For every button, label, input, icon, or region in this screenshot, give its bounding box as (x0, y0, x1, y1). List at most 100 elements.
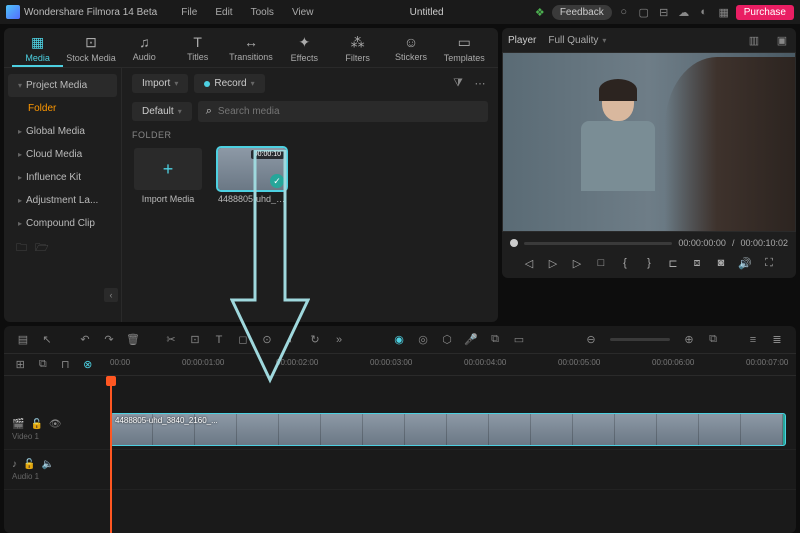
mark-out-icon[interactable]: } (640, 254, 658, 272)
redo-icon[interactable]: ↷ (100, 331, 118, 349)
media-clip[interactable]: 00:00:10 ✓ 4488805-uhd_38... (216, 148, 288, 204)
search-input[interactable] (218, 106, 480, 117)
filter-icon[interactable]: ⧩ (450, 76, 466, 92)
scissors-icon[interactable]: ✂ (162, 331, 180, 349)
tab-templates[interactable]: ▭Templates (439, 32, 490, 67)
circle-icon[interactable]: ○ (616, 4, 632, 20)
screen-icon[interactable]: ▭ (510, 331, 528, 349)
sort-dropdown[interactable]: Default▾ (132, 102, 192, 121)
tab-stock-media[interactable]: ⊡Stock Media (65, 32, 116, 67)
purchase-button[interactable]: Purchase (736, 5, 794, 20)
stop-icon[interactable]: □ (592, 254, 610, 272)
fullscreen-icon[interactable]: ⛶ (760, 254, 778, 272)
prev-frame-icon[interactable]: ◁ (520, 254, 538, 272)
sidebar-item-folder[interactable]: Folder (8, 97, 117, 120)
sidebar-item-adjustment-layer[interactable]: ▸Adjustment La... (8, 189, 117, 212)
track-opt-2-icon[interactable]: ⧉ (35, 356, 52, 374)
mic-icon[interactable]: 🎤 (462, 331, 480, 349)
menu-tools[interactable]: Tools (243, 5, 282, 20)
mask-icon[interactable]: ◻ (234, 331, 252, 349)
refresh-icon[interactable]: ↻ (306, 331, 324, 349)
video-track-icon[interactable]: 🎬 (12, 419, 24, 430)
save-icon[interactable]: ▢ (636, 4, 652, 20)
player-tab[interactable]: Player (508, 35, 536, 46)
grid-icon[interactable]: ▦ (716, 4, 732, 20)
record-button[interactable]: Record▾ (194, 74, 264, 93)
settings-tl-icon[interactable]: ≣ (768, 331, 786, 349)
volume-icon[interactable]: 🔊 (736, 254, 754, 272)
render-icon[interactable]: ◎ (414, 331, 432, 349)
link-icon[interactable]: ⊗ (80, 356, 97, 374)
sidebar-item-cloud-media[interactable]: ▸Cloud Media (8, 143, 117, 166)
mixer-icon[interactable]: ⧉ (486, 331, 504, 349)
menu-file[interactable]: File (173, 5, 205, 20)
playhead[interactable] (110, 376, 112, 533)
track-opt-1-icon[interactable]: ⊞ (12, 356, 29, 374)
tab-media[interactable]: ▦Media (12, 32, 63, 67)
feedback-button[interactable]: Feedback (552, 5, 612, 20)
new-folder-icon[interactable]: 🗀 (16, 239, 27, 258)
scrub-bar[interactable] (524, 242, 672, 245)
color-icon[interactable]: ◐ (282, 331, 300, 349)
menu-edit[interactable]: Edit (207, 5, 240, 20)
scrub-handle[interactable] (510, 239, 518, 247)
tab-transitions[interactable]: ↔Transitions (225, 32, 276, 67)
main-menu: File Edit Tools View (173, 5, 321, 20)
compare-icon[interactable]: ▥ (746, 32, 762, 48)
list-icon[interactable]: ≡ (744, 331, 762, 349)
import-media-tile[interactable]: + Import Media (132, 148, 204, 204)
grid-toggle-icon[interactable]: ▤ (14, 331, 32, 349)
text-icon[interactable]: T (210, 331, 228, 349)
tab-titles[interactable]: TTitles (172, 32, 223, 67)
snapshot-icon[interactable]: ▣ (774, 32, 790, 48)
speed-icon[interactable]: ⊙ (258, 331, 276, 349)
tab-audio[interactable]: ♫Audio (119, 32, 170, 67)
tab-stickers[interactable]: ☺Stickers (385, 32, 436, 67)
audio-track-icon[interactable]: ♪ (12, 459, 17, 470)
tab-filters[interactable]: ⁂Filters (332, 32, 383, 67)
play-alt-icon[interactable]: ▷ (568, 254, 586, 272)
import-button[interactable]: Import▾ (132, 74, 188, 93)
ai-tool-icon[interactable]: ◉ (390, 331, 408, 349)
video-preview[interactable] (502, 52, 796, 232)
sidebar-item-influence-kit[interactable]: ▸Influence Kit (8, 166, 117, 189)
mute-icon[interactable]: 🔈 (41, 459, 53, 470)
crop-tl-icon[interactable]: ⊡ (186, 331, 204, 349)
audio-lock-icon[interactable]: 🔓 (23, 459, 35, 470)
undo-icon[interactable]: ↶ (76, 331, 94, 349)
search-box[interactable]: ⌕ (198, 101, 488, 122)
lock-icon[interactable]: 🔓 (30, 419, 42, 430)
zoom-out-icon[interactable]: ⊖ (582, 331, 600, 349)
quality-dropdown[interactable]: Full Quality▾ (548, 35, 606, 46)
delete-icon[interactable]: 🗑 (124, 331, 142, 349)
audio-track-label: Audio 1 (12, 472, 96, 481)
crop-icon[interactable]: ⧈ (688, 254, 706, 272)
new-bin-icon[interactable]: 🗁 (35, 239, 49, 258)
time-ruler[interactable]: 00:00 00:00:01:00 00:00:02:00 00:00:03:0… (104, 354, 796, 376)
camera-icon[interactable]: ◙ (712, 254, 730, 272)
headset-icon[interactable]: ◐ (696, 4, 712, 20)
disk-icon[interactable]: ⊟ (656, 4, 672, 20)
shield-icon[interactable]: ⬡ (438, 331, 456, 349)
menu-view[interactable]: View (284, 5, 322, 20)
more-tl-icon[interactable]: » (330, 331, 348, 349)
gift-icon[interactable]: ❖ (532, 4, 548, 20)
sidebar-collapse-toggle[interactable]: ‹ (104, 288, 118, 302)
video-clip[interactable]: 4488805-uhd_3840_2160_... (110, 413, 786, 446)
audio-clip[interactable] (110, 462, 786, 477)
sidebar-item-global-media[interactable]: ▸Global Media (8, 120, 117, 143)
more-icon[interactable]: ⋯ (472, 76, 488, 92)
sidebar-item-compound-clip[interactable]: ▸Compound Clip (8, 212, 117, 235)
magnet-icon[interactable]: ⊓ (57, 356, 74, 374)
cloud-icon[interactable]: ☁ (676, 4, 692, 20)
zoom-in-icon[interactable]: ⊕ (680, 331, 698, 349)
sidebar-item-project-media[interactable]: ▾Project Media (8, 74, 117, 97)
zoom-slider[interactable] (610, 338, 670, 341)
tab-effects[interactable]: ✦Effects (279, 32, 330, 67)
cursor-icon[interactable]: ↖ (38, 331, 56, 349)
fit-icon[interactable]: ⧉ (704, 331, 722, 349)
mark-in-icon[interactable]: { (616, 254, 634, 272)
visibility-icon[interactable]: 👁 (49, 419, 62, 430)
split-icon[interactable]: ⊏ (664, 254, 682, 272)
play-icon[interactable]: ▷ (544, 254, 562, 272)
